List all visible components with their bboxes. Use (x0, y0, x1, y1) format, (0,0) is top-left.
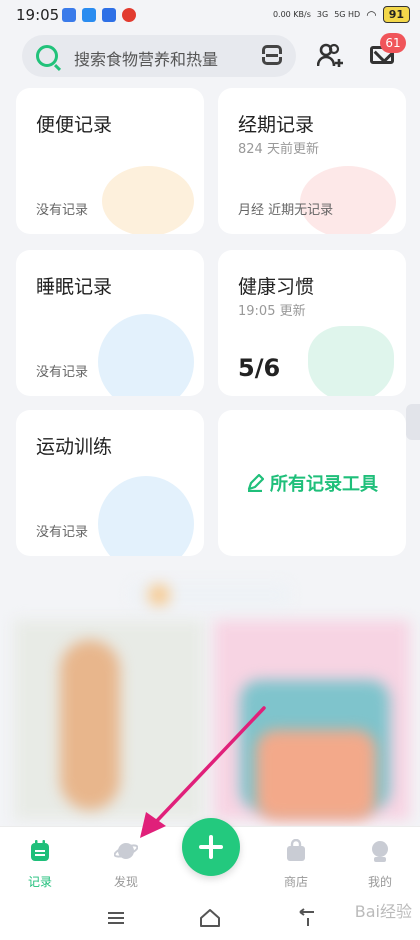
tab-shop[interactable]: 商店 (266, 838, 326, 890)
blurred-promo-area (0, 570, 420, 826)
search-bar[interactable]: 搜索食物营养和热量 (22, 35, 296, 77)
search-placeholder: 搜索食物营养和热量 (74, 50, 219, 69)
menu-icon[interactable] (106, 910, 126, 926)
planet-icon (113, 843, 139, 859)
shop-bag-icon (287, 838, 305, 861)
tab-profile[interactable]: 我的 (350, 839, 410, 890)
wifi-icon: ◠ (366, 7, 377, 22)
tab-label: 商店 (283, 875, 308, 889)
card-status: 没有记录 (36, 203, 89, 218)
app-notification-icon (122, 8, 136, 22)
tab-discover[interactable]: 发现 (96, 839, 156, 890)
add-record-button[interactable] (182, 818, 240, 876)
ball-illustration (98, 476, 194, 556)
card-exercise-training[interactable]: 运动训练 没有记录 (16, 410, 204, 556)
signal-5g-icon: 5G HD (334, 10, 361, 19)
heart-pulse-illustration (308, 326, 394, 396)
card-subtitle: 19:05 更新 (238, 304, 306, 319)
card-status: 没有记录 (36, 525, 89, 540)
tab-label: 记录 (27, 875, 52, 889)
notebook-icon (31, 840, 49, 861)
card-poop-record[interactable]: 便便记录 没有记录 (16, 88, 204, 234)
card-title: 运动训练 (36, 436, 113, 458)
search-icon (36, 45, 58, 67)
status-bar: 19:05 0.00 KB/s 3G 5G HD ◠ 91 (0, 0, 420, 32)
status-time: 19:05 (16, 6, 60, 24)
pencil-icon (247, 474, 264, 492)
notification-icons (62, 8, 136, 22)
message-count-badge: 61 (380, 33, 406, 53)
all-record-tools-button[interactable]: 所有记录工具 (218, 410, 406, 556)
card-sleep-record[interactable]: 睡眠记录 没有记录 (16, 250, 204, 396)
moon-illustration (98, 314, 194, 396)
back-icon[interactable] (294, 908, 316, 928)
card-title: 便便记录 (36, 114, 113, 136)
app-notification-icon (62, 8, 76, 22)
watermark: Bai经验 (354, 902, 412, 921)
card-title: 经期记录 (238, 114, 315, 136)
scan-icon[interactable] (260, 45, 284, 65)
battery-icon: 91 (382, 6, 410, 23)
card-status: 没有记录 (36, 365, 89, 380)
habit-progress: 5/6 (238, 354, 281, 382)
card-title: 健康习惯 (238, 276, 315, 298)
poop-illustration (102, 166, 194, 234)
app-notification-icon (102, 8, 116, 22)
side-handle[interactable] (406, 404, 420, 440)
card-status: 月经 近期无记录 (238, 203, 334, 218)
add-friend-icon[interactable] (317, 42, 345, 68)
card-health-habits[interactable]: 健康习惯 19:05 更新 5/6 (218, 250, 406, 396)
profile-icon (372, 841, 388, 862)
tab-record[interactable]: 记录 (10, 839, 70, 890)
home-icon[interactable] (199, 908, 221, 928)
app-notification-icon (82, 8, 96, 22)
all-tools-label: 所有记录工具 (270, 474, 378, 495)
tab-label: 发现 (113, 875, 138, 889)
card-period-record[interactable]: 经期记录 824 天前更新 月经 近期无记录 (218, 88, 406, 234)
net-speed: 0.00 KB/s (272, 10, 311, 19)
card-subtitle: 824 天前更新 (238, 142, 319, 157)
tab-label: 我的 (367, 875, 392, 889)
signal-3g-icon: 3G (316, 10, 329, 19)
card-title: 睡眠记录 (36, 276, 113, 298)
